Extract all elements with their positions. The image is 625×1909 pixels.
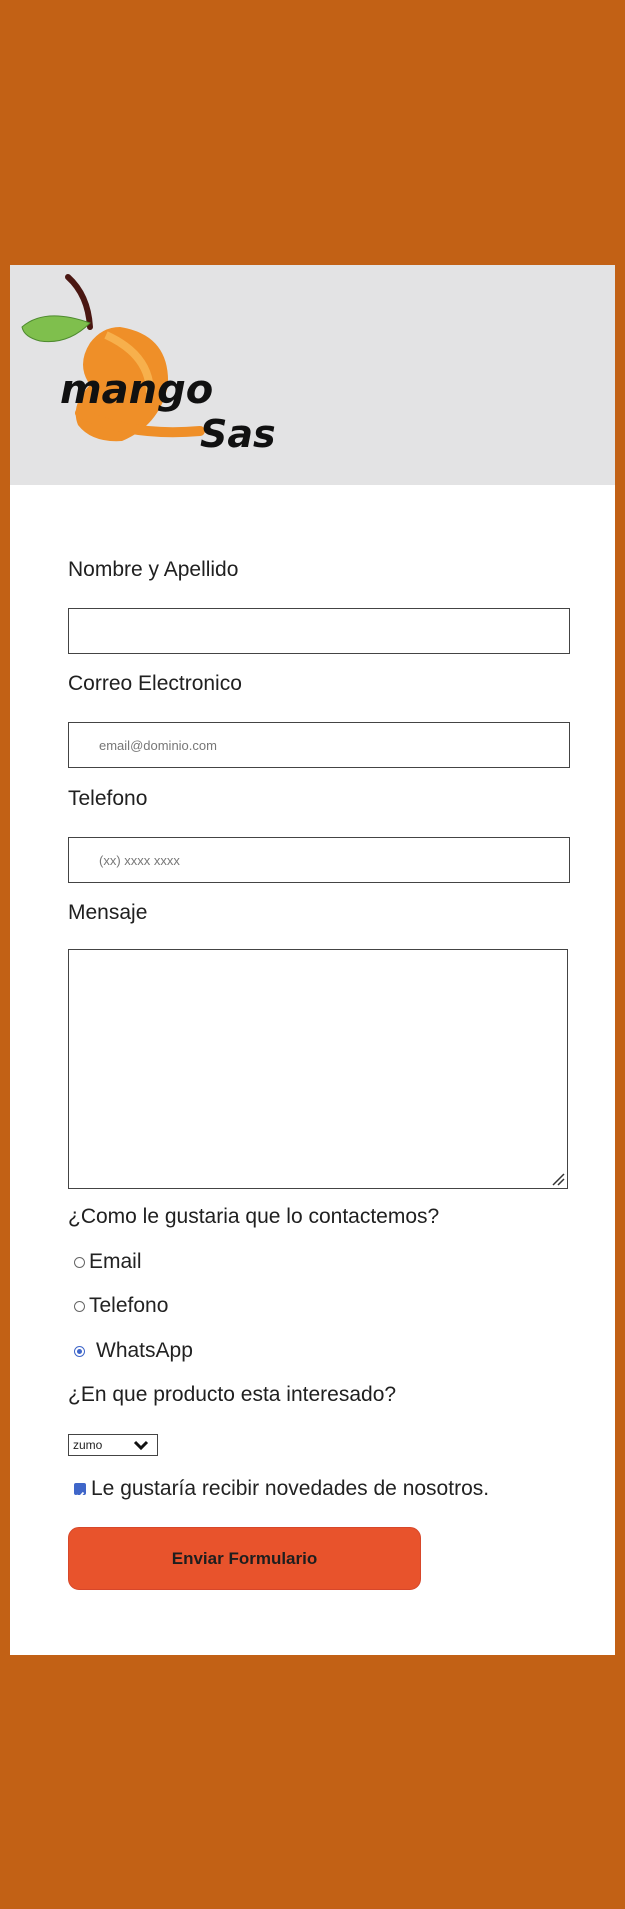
product-select[interactable]: zumo bbox=[68, 1434, 158, 1456]
name-input[interactable] bbox=[68, 608, 570, 654]
logo-text-mango: mango bbox=[60, 367, 213, 413]
chevron-down-icon bbox=[133, 1440, 149, 1451]
radio-email[interactable] bbox=[74, 1256, 85, 1268]
contact-question: ¿Como le gustaria que lo contactemos? bbox=[68, 1205, 440, 1228]
contact-option-whatsapp-label: WhatsApp bbox=[96, 1339, 193, 1362]
contact-option-email-label: Email bbox=[89, 1250, 142, 1273]
radio-telefono[interactable] bbox=[74, 1300, 85, 1312]
header: mango Sas bbox=[10, 265, 615, 485]
contact-card: mango Sas Nombre y Apellido Correo Elect… bbox=[10, 265, 615, 1655]
phone-label: Telefono bbox=[68, 787, 148, 810]
resize-grip-icon[interactable] bbox=[549, 1170, 565, 1186]
contact-option-telefono-label: Telefono bbox=[89, 1294, 169, 1317]
newsletter-checkbox[interactable] bbox=[74, 1483, 86, 1499]
radio-whatsapp[interactable] bbox=[74, 1345, 85, 1357]
name-label: Nombre y Apellido bbox=[68, 558, 239, 581]
logo-text-sas: Sas bbox=[200, 412, 276, 456]
email-label: Correo Electronico bbox=[68, 672, 242, 695]
product-question: ¿En que producto esta interesado? bbox=[68, 1383, 397, 1406]
submit-button[interactable]: Enviar Formulario bbox=[68, 1527, 421, 1590]
check-icon bbox=[75, 1491, 85, 1499]
contact-option-email[interactable]: Email bbox=[74, 1250, 142, 1274]
newsletter-label: Le gustaría recibir novedades de nosotro… bbox=[91, 1477, 490, 1500]
contact-option-telefono[interactable]: Telefono bbox=[74, 1294, 168, 1318]
email-input[interactable] bbox=[68, 722, 570, 768]
message-textarea[interactable] bbox=[68, 949, 568, 1189]
contact-option-whatsapp[interactable]: WhatsApp bbox=[74, 1339, 193, 1363]
product-select-value: zumo bbox=[73, 1438, 103, 1452]
newsletter-option[interactable]: Le gustaría recibir novedades de nosotro… bbox=[74, 1477, 489, 1501]
message-label: Mensaje bbox=[68, 901, 148, 924]
mango-logo: mango Sas bbox=[21, 274, 276, 456]
phone-input[interactable] bbox=[68, 837, 570, 883]
